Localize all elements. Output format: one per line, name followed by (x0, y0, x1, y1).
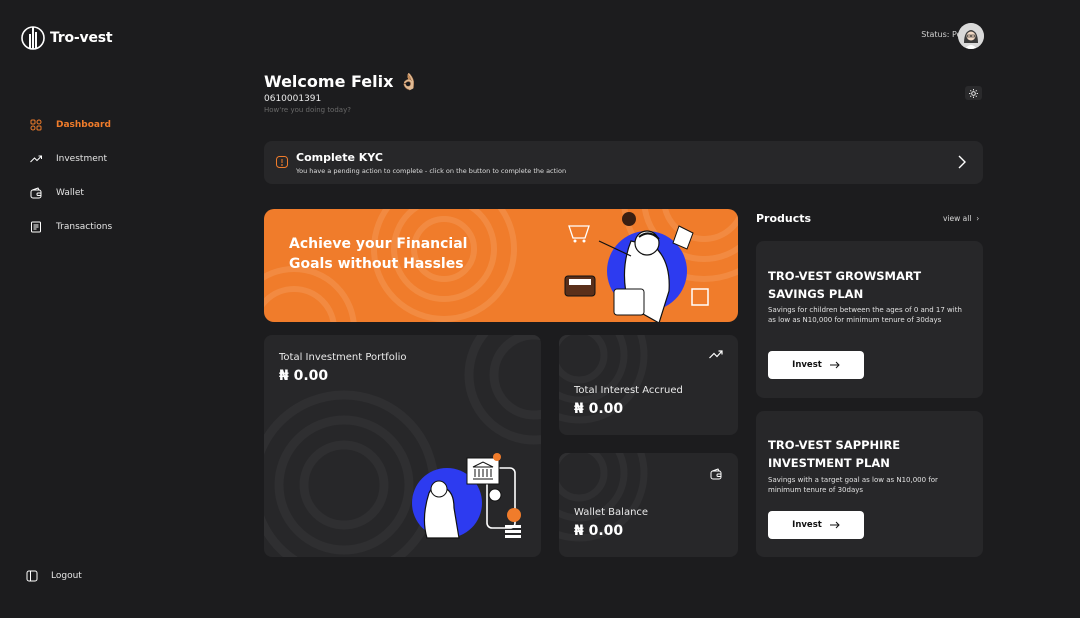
greeting-text: How're you doing today? (264, 106, 351, 114)
sun-icon (969, 88, 978, 98)
brand-name: Tro-vest (50, 30, 113, 46)
avatar[interactable] (958, 23, 984, 49)
wallet-label: Wallet Balance (574, 507, 649, 518)
logo-icon (21, 26, 45, 50)
interest-value: ₦ 0.00 (574, 401, 624, 417)
account-number: 0610001391 (264, 94, 322, 104)
promo-banner: Achieve your Financial Goals without Has… (264, 209, 738, 322)
sidebar-item-label: Investment (56, 154, 107, 164)
welcome-section: Welcome Felix 👌🏼 0610001391 How're you d… (264, 72, 419, 114)
brand-logo[interactable]: Tro-vest (20, 24, 113, 52)
sidebar-nav: Dashboard Investment Wallet Transactions (30, 108, 112, 244)
chevron-right-icon[interactable] (957, 155, 967, 169)
kyc-subtitle: You have a pending action to complete - … (296, 167, 567, 175)
receipt-icon (31, 221, 41, 233)
logout-label: Logout (51, 571, 82, 581)
info-icon (276, 156, 288, 168)
trend-up-icon (709, 350, 723, 359)
shopping-illustration (564, 212, 709, 322)
page-title: Welcome Felix 👌🏼 (264, 72, 419, 91)
portfolio-card: Total Investment Portfolio ₦ 0.00 (264, 335, 541, 557)
invest-button-label: Invest (792, 520, 822, 530)
user-avatar-icon (958, 23, 984, 49)
sidebar-item-wallet[interactable]: Wallet (30, 176, 112, 210)
sidebar-item-label: Transactions (56, 222, 113, 232)
wallet-icon (710, 468, 722, 480)
arrow-right-icon (829, 521, 840, 529)
product-title: TRO-VEST SAPPHIRE INVESTMENT PLAN (768, 438, 901, 470)
kyc-title: Complete KYC (296, 151, 383, 164)
product-description: Savings for children between the ages of… (768, 306, 962, 324)
interest-label: Total Interest Accrued (574, 385, 683, 396)
kyc-alert[interactable]: Complete KYC You have a pending action t… (264, 141, 983, 184)
portfolio-value: ₦ 0.00 (279, 368, 329, 384)
portfolio-label: Total Investment Portfolio (279, 352, 407, 363)
bank-illustration (412, 453, 521, 539)
chevron-right-icon: › (973, 214, 980, 223)
sidebar-item-label: Wallet (56, 188, 84, 198)
dashboard-icon (30, 119, 42, 131)
view-all-label: view all (943, 214, 972, 223)
logout-button[interactable]: Logout (26, 570, 82, 582)
product-description: Savings with a target goal as low as N10… (768, 476, 938, 494)
logout-icon (26, 570, 38, 582)
product-card-sapphire: TRO-VEST SAPPHIRE INVESTMENT PLAN Saving… (756, 411, 983, 557)
view-all-link[interactable]: view all › (943, 214, 979, 223)
theme-toggle-button[interactable] (965, 86, 982, 100)
wallet-value: ₦ 0.00 (574, 523, 624, 539)
wallet-card: Wallet Balance ₦ 0.00 (559, 453, 738, 557)
product-title: TRO-VEST GROWSMART SAVINGS PLAN (768, 269, 922, 301)
sidebar-item-investment[interactable]: Investment (30, 142, 112, 176)
sidebar-item-dashboard[interactable]: Dashboard (30, 108, 112, 142)
banner-headline: Achieve your Financial Goals without Has… (289, 236, 468, 272)
trend-up-icon (30, 155, 42, 163)
wallet-icon (30, 187, 42, 199)
sidebar-item-transactions[interactable]: Transactions (30, 210, 112, 244)
product-card-growsmart: TRO-VEST GROWSMART SAVINGS PLAN Savings … (756, 241, 983, 398)
sidebar-item-label: Dashboard (56, 120, 111, 130)
invest-button-label: Invest (792, 360, 822, 370)
interest-card: Total Interest Accrued ₦ 0.00 (559, 335, 738, 435)
invest-button[interactable]: Invest (768, 351, 864, 379)
arrow-right-icon (829, 361, 840, 369)
invest-button[interactable]: Invest (768, 511, 864, 539)
products-title: Products (756, 212, 812, 225)
